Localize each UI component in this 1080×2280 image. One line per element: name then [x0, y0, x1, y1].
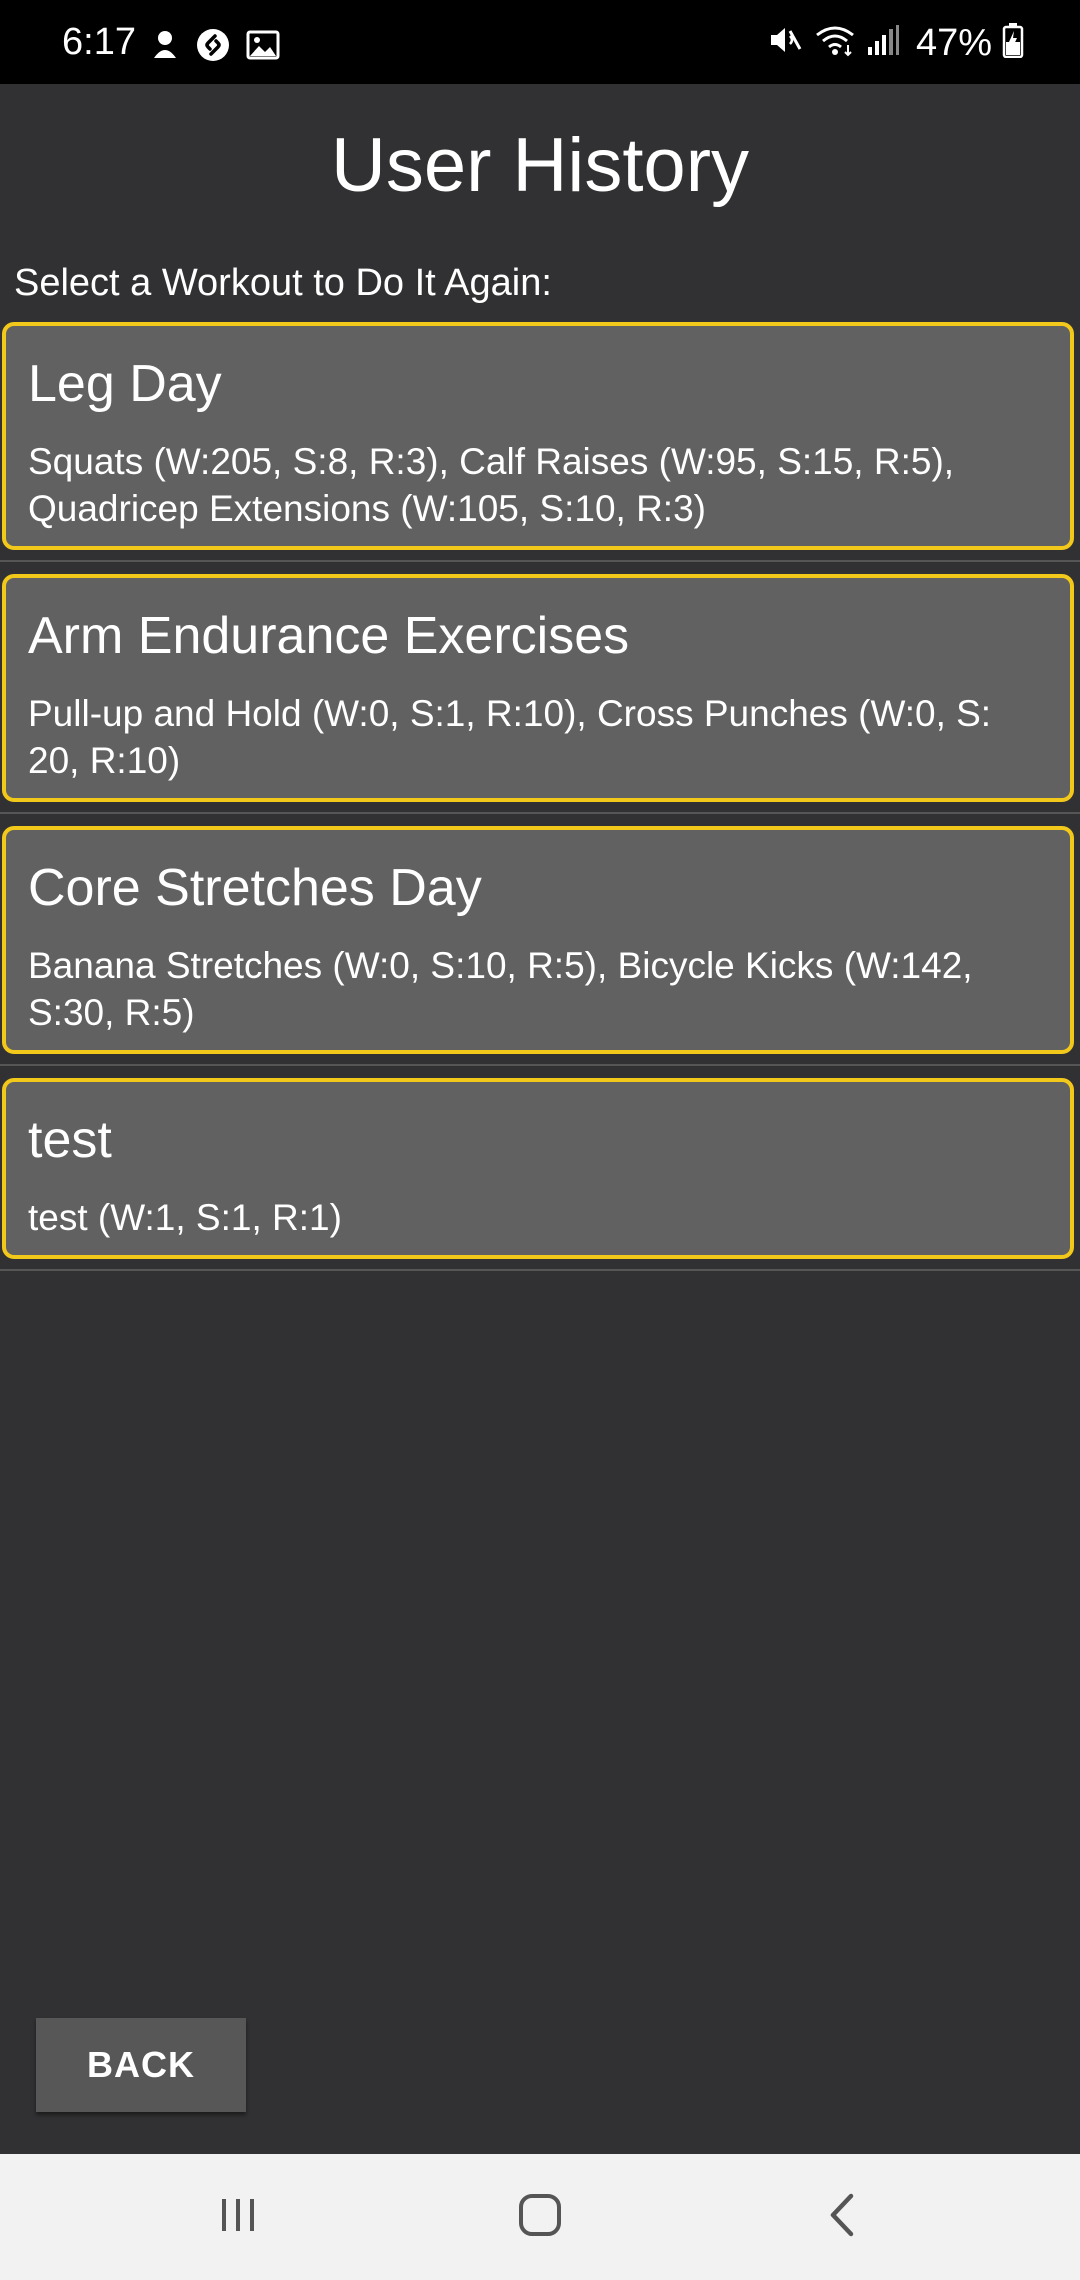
wifi-icon [814, 23, 856, 62]
recent-apps-button[interactable] [138, 2154, 338, 2280]
recent-apps-icon [216, 2195, 260, 2240]
signal-icon [866, 23, 900, 62]
workout-detail: Pull-up and Hold (W:0, S:1, R:10), Cross… [28, 693, 992, 781]
workout-detail: test (W:1, S:1, R:1) [28, 1197, 342, 1238]
workout-detail: Squats (W:205, S:8, R:3), Calf Raises (W… [28, 441, 955, 529]
notification-icon [150, 28, 180, 67]
workout-card-core-stretches[interactable]: Core Stretches Day Banana Stretches (W:0… [2, 826, 1074, 1054]
status-time: 6:17 [62, 21, 136, 63]
nav-back-button[interactable] [742, 2154, 942, 2280]
workout-name: Leg Day [28, 355, 222, 413]
screen: 6:17 47% User History Select a Workout t… [0, 0, 1080, 2280]
workout-card-leg-day[interactable]: Leg Day Squats (W:205, S:8, R:3), Calf R… [2, 322, 1074, 550]
workout-card-test[interactable]: test test (W:1, S:1, R:1) [2, 1078, 1074, 1259]
shazam-icon [196, 28, 230, 67]
battery-percent: 47% [915, 21, 992, 64]
navigation-bar [0, 2154, 1080, 2280]
home-button[interactable] [440, 2154, 640, 2280]
gallery-icon [246, 30, 280, 65]
back-button[interactable]: BACK [36, 2018, 246, 2112]
divider [0, 812, 1080, 814]
workout-name: Core Stretches Day [28, 859, 482, 917]
page-title: User History [330, 123, 750, 208]
divider [0, 1269, 1080, 1271]
workout-card-arm-endurance[interactable]: Arm Endurance Exercises Pull-up and Hold… [2, 574, 1074, 802]
workout-name: Arm Endurance Exercises [28, 607, 630, 665]
workout-name: test [28, 1111, 112, 1169]
back-arrow-icon [825, 2192, 859, 2243]
status-right: 47% [768, 22, 1024, 63]
subtitle: Select a Workout to Do It Again: [14, 262, 552, 304]
workout-detail: Banana Stretches (W:0, S:10, R:5), Bicyc… [28, 945, 973, 1033]
home-icon [517, 2192, 563, 2243]
workout-list: Leg Day Squats (W:205, S:8, R:3), Calf R… [0, 322, 1080, 1283]
status-left-icons [150, 28, 280, 67]
battery-icon [1002, 22, 1024, 63]
divider [0, 1064, 1080, 1066]
status-bar: 6:17 47% [0, 0, 1080, 84]
divider [0, 560, 1080, 562]
mute-icon [768, 23, 804, 62]
